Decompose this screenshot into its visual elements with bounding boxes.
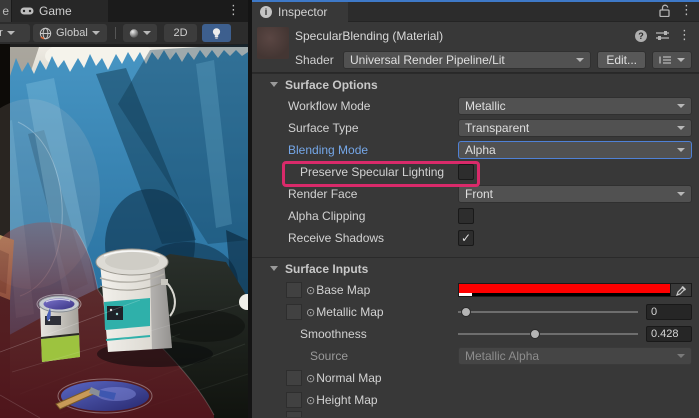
tab-inspector[interactable]: i Inspector — [252, 2, 348, 22]
pivot-dropdown[interactable]: ter — [0, 24, 30, 42]
base-map-row: ⊙ Base Map — [252, 279, 699, 301]
shader-label: Shader — [295, 53, 343, 67]
chevron-down-icon — [143, 31, 151, 35]
chevron-down-icon — [677, 192, 685, 196]
tab-scene-partial[interactable]: e — [0, 0, 11, 22]
base-map-texture-slot[interactable] — [286, 282, 302, 298]
receive-shadows-row: Receive Shadows ✓ — [252, 227, 699, 249]
scene-more-icon[interactable]: ⋮ — [227, 4, 240, 17]
shader-dropdown[interactable]: Universal Render Pipeline/Lit — [343, 51, 591, 69]
material-thumbnail[interactable] — [257, 27, 289, 59]
smoothness-value-field[interactable]: 0.428 — [646, 326, 692, 342]
smoothness-slider[interactable] — [458, 325, 638, 343]
base-map-color-swatch[interactable] — [458, 283, 670, 297]
eyedropper-icon — [676, 285, 687, 296]
inspector-more-icon[interactable]: ⋮ — [680, 4, 693, 17]
presets-icon[interactable] — [656, 30, 669, 41]
game-scene — [0, 44, 248, 418]
info-icon: i — [260, 6, 272, 18]
scene-panel: e Game ⋮ ter — [0, 0, 248, 418]
foldout-arrow-icon — [270, 82, 278, 87]
metallic-value-field[interactable]: 0 — [646, 304, 692, 320]
object-picker-icon[interactable]: ⊙ — [306, 394, 315, 407]
workflow-mode-row: Workflow Mode Metallic — [252, 95, 699, 117]
material-more-icon[interactable]: ⋮ — [678, 29, 691, 42]
workflow-mode-dropdown[interactable]: Metallic — [458, 97, 692, 115]
chevron-down-icon — [677, 126, 685, 130]
height-map-row: ⊙ Height Map — [252, 389, 699, 411]
2d-toggle[interactable]: 2D — [164, 24, 197, 42]
lightbulb-icon — [211, 27, 222, 40]
shaded-sphere-icon — [129, 27, 139, 40]
chevron-down-icon — [677, 148, 685, 152]
shader-properties-menu[interactable] — [652, 51, 692, 69]
slider-knob[interactable] — [530, 329, 540, 339]
source-row: Source Metallic Alpha — [252, 345, 699, 367]
scene-viewport[interactable] — [0, 44, 248, 418]
chevron-down-icon — [576, 58, 584, 62]
scene-lighting-toggle[interactable] — [202, 24, 231, 42]
next-map-row-partial — [252, 411, 699, 417]
material-header: SpecularBlending (Material) ? ⋮ Shader U… — [252, 22, 699, 73]
shading-mode-dropdown[interactable] — [123, 24, 157, 42]
shader-edit-button[interactable]: Edit... — [597, 51, 646, 69]
inspector-tabbar: i Inspector ⋮ — [252, 2, 699, 22]
inspector-panel: i Inspector ⋮ SpecularBlending (Material… — [252, 0, 699, 418]
eyedropper-button[interactable] — [670, 283, 692, 297]
render-face-dropdown[interactable]: Front — [458, 185, 692, 203]
chevron-down-icon — [92, 31, 100, 35]
surface-options-header[interactable]: Surface Options — [252, 73, 699, 95]
source-dropdown: Metallic Alpha — [458, 347, 692, 365]
global-dropdown[interactable]: Global — [33, 24, 107, 42]
alpha-fill — [459, 293, 472, 296]
unity-editor: e Game ⋮ ter — [0, 0, 699, 418]
help-icon[interactable]: ? — [635, 30, 647, 42]
alpha-bar — [459, 293, 670, 296]
metallic-slider[interactable] — [458, 303, 638, 321]
preserve-specular-row: Preserve Specular Lighting — [252, 161, 699, 183]
globe-icon — [39, 27, 52, 40]
alpha-clipping-row: Alpha Clipping — [252, 205, 699, 227]
metallic-map-texture-slot[interactable] — [286, 304, 302, 320]
inspector-tab-label: Inspector — [278, 5, 327, 19]
slider-knob[interactable] — [461, 307, 471, 317]
object-picker-icon[interactable]: ⊙ — [306, 372, 315, 385]
lock-open-icon[interactable] — [659, 4, 670, 17]
list-icon — [659, 55, 671, 65]
blending-mode-dropdown[interactable]: Alpha — [458, 141, 692, 159]
chevron-down-icon — [677, 104, 685, 108]
smoothness-row: Smoothness 0.428 — [252, 323, 699, 345]
preserve-specular-checkbox[interactable] — [458, 164, 474, 180]
object-picker-icon[interactable]: ⊙ — [306, 284, 315, 297]
foldout-arrow-icon — [270, 266, 278, 271]
surface-inputs-header[interactable]: Surface Inputs — [252, 257, 699, 279]
normal-map-row: ⊙ Normal Map — [252, 367, 699, 389]
scene-tabbar: e Game ⋮ — [0, 0, 248, 22]
scene-toolbar: ter Global — [0, 22, 248, 44]
blending-mode-row: Blending Mode Alpha — [252, 139, 699, 161]
game-tab-label: Game — [39, 4, 72, 18]
object-picker-icon[interactable]: ⊙ — [306, 306, 315, 319]
chevron-down-icon — [677, 354, 685, 358]
surface-type-row: Surface Type Transparent — [252, 117, 699, 139]
receive-shadows-checkbox[interactable]: ✓ — [458, 230, 474, 246]
gamepad-icon — [20, 6, 34, 16]
normal-map-texture-slot[interactable] — [286, 370, 302, 386]
alpha-clipping-checkbox[interactable] — [458, 208, 474, 224]
toolbar-separator — [115, 27, 116, 39]
surface-type-dropdown[interactable]: Transparent — [458, 119, 692, 137]
metallic-map-row: ⊙ Metallic Map 0 — [252, 301, 699, 323]
height-map-texture-slot[interactable] — [286, 392, 302, 408]
tab-game[interactable]: Game — [12, 0, 108, 22]
chevron-down-icon — [677, 58, 685, 62]
material-title: SpecularBlending (Material) — [295, 29, 443, 43]
chevron-down-icon — [7, 31, 15, 35]
render-face-row: Render Face Front — [252, 183, 699, 205]
